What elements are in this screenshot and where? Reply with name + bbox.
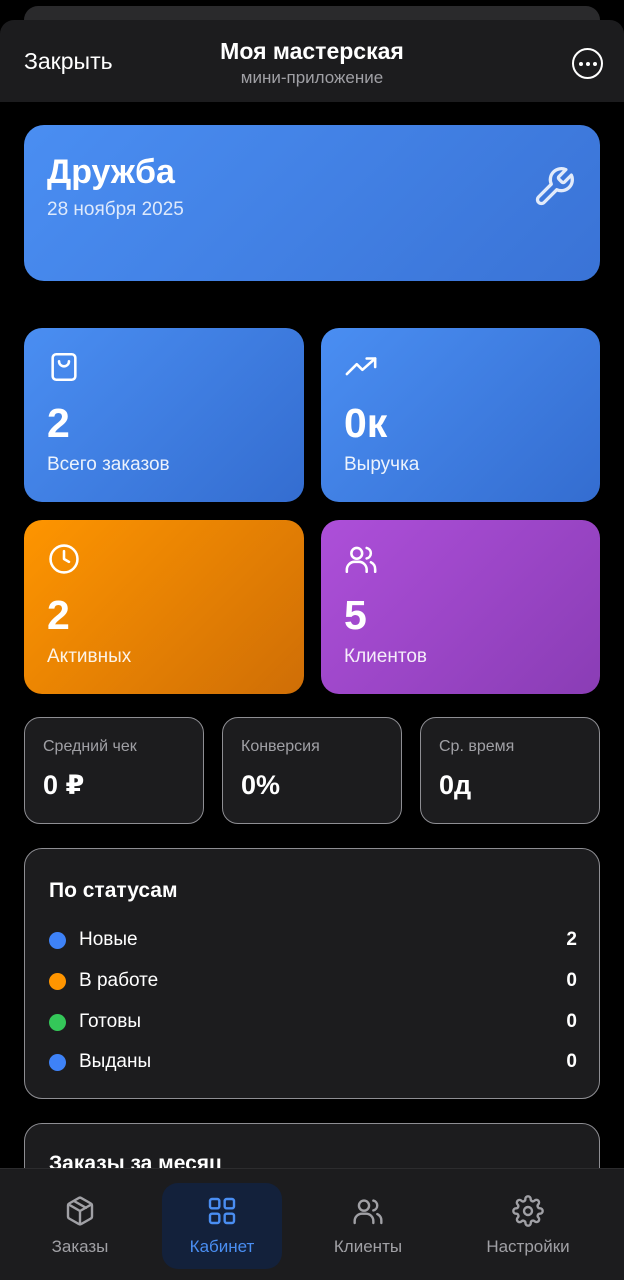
metric-label: Ср. время	[439, 738, 515, 755]
workshop-date: 28 ноября 2025	[47, 199, 184, 220]
status-name: Новые	[79, 929, 138, 950]
stat-value: 0к	[344, 400, 388, 446]
status-dot	[49, 1054, 66, 1071]
status-row-in-progress: В работе 0	[49, 969, 577, 995]
stat-card-clients[interactable]: 5 Клиентов	[321, 520, 600, 694]
metric-value: 0д	[439, 770, 472, 800]
stat-card-active[interactable]: 2 Активных	[24, 520, 304, 694]
stat-card-total-orders[interactable]: 2 Всего заказов	[24, 328, 304, 502]
status-card-title: По статусам	[49, 879, 178, 902]
metric-average-time: Ср. время 0д	[420, 717, 600, 824]
users-icon	[353, 1199, 383, 1225]
stat-value: 2	[47, 592, 70, 638]
status-name: В работе	[79, 970, 159, 991]
status-row-issued: Выданы 0	[49, 1050, 577, 1076]
tab-label: Настройки	[486, 1237, 570, 1256]
status-dot	[49, 932, 66, 949]
more-icon[interactable]	[572, 48, 603, 79]
status-dot	[49, 1014, 66, 1031]
stat-label: Клиентов	[344, 646, 427, 667]
status-name: Выданы	[79, 1051, 152, 1072]
metric-value: 0 ₽	[43, 770, 85, 800]
dashboard-grid-icon	[208, 1197, 236, 1225]
stat-value: 2	[47, 400, 70, 446]
app-header: Закрыть Моя мастерская мини-приложение	[0, 20, 624, 102]
status-name: Готовы	[79, 1011, 141, 1032]
shopping-bag-icon	[51, 352, 77, 382]
stat-label: Активных	[47, 646, 132, 667]
metric-label: Конверсия	[241, 738, 320, 755]
tab-label: Заказы	[51, 1237, 109, 1256]
stat-label: Всего заказов	[47, 454, 170, 475]
trending-up-icon	[345, 357, 377, 376]
status-count: 0	[566, 1051, 577, 1072]
workshop-card: Дружба 28 ноября 2025	[24, 125, 600, 281]
tab-label: Кабинет	[189, 1237, 255, 1256]
metric-value: 0%	[241, 770, 281, 800]
package-icon	[66, 1196, 94, 1226]
stat-card-revenue[interactable]: 0к Выручка	[321, 328, 600, 502]
status-dot	[49, 973, 66, 990]
users-icon	[345, 546, 377, 574]
metric-conversion: Конверсия 0%	[222, 717, 402, 824]
tab-clients[interactable]: Клиенты	[308, 1183, 428, 1269]
status-count: 2	[566, 929, 577, 950]
status-card: По статусам Новые 2 В работе 0 Готовы 0 …	[24, 848, 600, 1099]
status-row-new: Новые 2	[49, 928, 577, 954]
metric-label: Средний чек	[43, 738, 137, 755]
wrench-icon[interactable]	[532, 165, 576, 209]
gear-icon	[512, 1195, 544, 1227]
stat-label: Выручка	[344, 454, 420, 475]
tab-dashboard[interactable]: Кабинет	[162, 1183, 282, 1269]
workshop-name: Дружба	[47, 153, 175, 191]
clock-icon	[49, 544, 79, 574]
app-title: Моя мастерская	[220, 38, 404, 64]
tab-orders[interactable]: Заказы	[20, 1183, 140, 1269]
metric-average-check: Средний чек 0 ₽	[24, 717, 204, 824]
tab-settings[interactable]: Настройки	[468, 1183, 588, 1269]
tab-label: Клиенты	[333, 1237, 403, 1256]
status-count: 0	[566, 970, 577, 991]
stat-value: 5	[344, 592, 367, 638]
status-row-ready: Готовы 0	[49, 1010, 577, 1036]
status-count: 0	[566, 1011, 577, 1032]
app-subtitle: мини-приложение	[240, 68, 384, 87]
bottom-tab-bar: Заказы Кабинет Клиенты Настройки	[0, 1168, 624, 1280]
